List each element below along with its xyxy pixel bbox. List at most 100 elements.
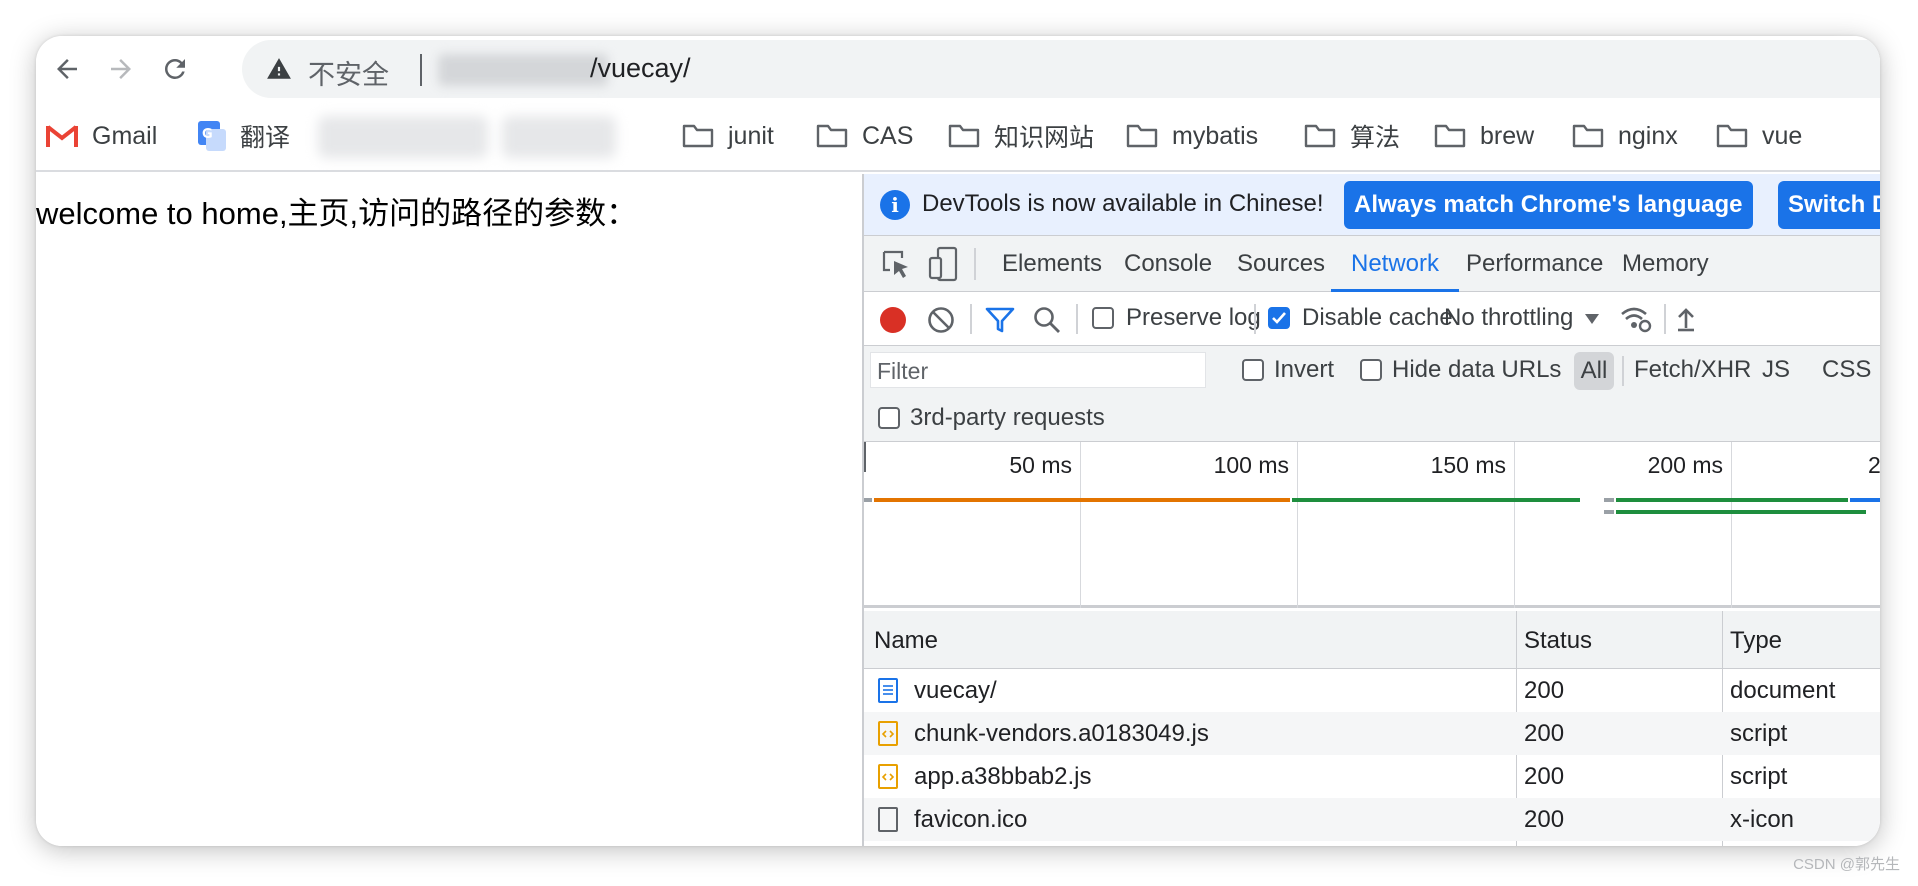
request-name: favicon.ico <box>914 806 1028 833</box>
table-row[interactable]: favicon.ico 200 x-icon <box>864 798 1880 841</box>
bookmark-folder-vue[interactable]: vue <box>1716 116 1802 156</box>
bookmark-gmail[interactable]: Gmail <box>46 116 157 156</box>
match-language-button[interactable]: Always match Chrome's language <box>1344 181 1753 229</box>
network-waterfall-overview[interactable]: 50 ms 100 ms 150 ms 200 ms 2 <box>864 442 1880 608</box>
clear-icon[interactable] <box>926 305 956 340</box>
bookmark-label: nginx <box>1618 121 1678 150</box>
throttling-select[interactable]: No throttling <box>1444 304 1573 332</box>
waterfall-waiting-bar <box>874 498 1290 502</box>
table-row[interactable]: app.a38bbab2.js 200 script <box>864 755 1880 798</box>
disable-cache-checkbox[interactable] <box>1268 307 1290 329</box>
reload-button[interactable] <box>154 48 196 90</box>
bookmark-label: CAS <box>862 121 914 150</box>
record-icon[interactable] <box>878 305 908 340</box>
devtools-panel: i DevTools is now available in Chinese! … <box>862 174 1880 846</box>
bookmark-translate[interactable]: G 翻译 <box>198 116 290 156</box>
svg-text:G: G <box>202 127 213 142</box>
filter-input[interactable]: Filter <box>870 352 1206 388</box>
bookmark-folder-mybatis[interactable]: mybatis <box>1126 116 1258 156</box>
invert-checkbox[interactable] <box>1242 359 1264 381</box>
toolbar-divider <box>1622 356 1624 386</box>
bookmark-label: brew <box>1480 121 1535 150</box>
request-status: 200 <box>1524 720 1565 747</box>
request-name: vuecay/ <box>914 677 997 704</box>
tab-console[interactable]: Console <box>1104 236 1232 292</box>
folder-icon <box>1434 124 1466 148</box>
bookmarks-bar: Gmail G 翻译 junit CAS 知识网站 mybatis 算法 bre… <box>36 102 1880 172</box>
language-banner: i DevTools is now available in Chinese! … <box>864 174 1880 236</box>
bookmark-folder-algorithm[interactable]: 算法 <box>1304 116 1400 156</box>
timeline-tick-label: 50 ms <box>1009 452 1072 478</box>
invert-label: Invert <box>1274 356 1335 383</box>
url-path: /vuecay/ <box>590 53 691 83</box>
table-row[interactable]: chunk-vendors.a0183049.js 200 script <box>864 712 1880 755</box>
welcome-text: welcome to home,主页,访问的路径的参数： <box>36 196 638 231</box>
requests-table-header: Name Status Type <box>864 611 1880 669</box>
omnibox-divider <box>420 54 422 86</box>
filter-icon[interactable] <box>984 305 1016 340</box>
request-status: 200 <box>1524 763 1565 790</box>
type-filter-js[interactable]: JS <box>1762 356 1790 384</box>
timeline-tick-label: 150 ms <box>1430 452 1506 478</box>
folder-icon <box>682 124 714 148</box>
back-button[interactable] <box>46 48 88 90</box>
bookmark-folder-junit[interactable]: junit <box>682 116 774 156</box>
tab-memory[interactable]: Memory <box>1602 236 1729 292</box>
bookmark-label: 算法 <box>1350 124 1401 152</box>
waterfall-download-bar <box>1616 498 1848 502</box>
tab-sources[interactable]: Sources <box>1217 236 1345 292</box>
banner-message: DevTools is now available in Chinese! <box>922 190 1324 217</box>
bookmark-folder-nginx[interactable]: nginx <box>1572 116 1678 156</box>
folder-icon <box>816 124 848 148</box>
request-type: script <box>1730 720 1788 747</box>
bookmark-folder-knowledge[interactable]: 知识网站 <box>948 116 1094 156</box>
third-party-checkbox[interactable] <box>878 407 900 429</box>
folder-icon <box>1304 124 1336 148</box>
type-filter-all[interactable]: All <box>1574 352 1614 390</box>
bookmark-label: vue <box>1762 121 1803 150</box>
third-party-label: 3rd-party requests <box>910 404 1105 431</box>
column-header-name[interactable]: Name <box>874 627 938 655</box>
waterfall-queue-bar <box>864 498 872 502</box>
import-har-icon[interactable] <box>1676 306 1696 337</box>
browser-window: 不安全 /vuecay/ Gmail G 翻译 junit CAS 知识网站 m… <box>36 36 1880 846</box>
table-row[interactable]: vuecay/ 200 document <box>864 669 1880 712</box>
hide-data-urls-checkbox[interactable] <box>1360 359 1382 381</box>
timeline-tick-label: 100 ms <box>1213 452 1289 478</box>
toolbar-divider <box>974 248 976 280</box>
bookmark-label: 翻译 <box>240 124 291 152</box>
forward-button[interactable] <box>100 48 142 90</box>
document-file-icon <box>878 678 898 703</box>
search-icon[interactable] <box>1032 305 1062 340</box>
bookmark-folder-brew[interactable]: brew <box>1434 116 1534 156</box>
column-header-status[interactable]: Status <box>1524 627 1592 655</box>
timeline-gridline <box>1297 442 1298 608</box>
security-label[interactable]: 不安全 <box>308 53 389 92</box>
tab-network[interactable]: Network <box>1331 236 1460 292</box>
toolbar-divider <box>1254 304 1256 334</box>
dropdown-arrow-icon[interactable] <box>1584 312 1600 331</box>
type-filter-css[interactable]: CSS <box>1822 356 1871 384</box>
tab-elements[interactable]: Elements <box>982 236 1122 292</box>
waterfall-download-bar <box>1292 498 1580 502</box>
bookmark-label: Gmail <box>92 121 158 150</box>
inspect-element-icon[interactable] <box>880 248 912 285</box>
folder-icon <box>1716 124 1748 148</box>
network-filter-bar: Filter Invert Hide data URLs All Fetch/X… <box>864 346 1880 394</box>
switch-language-button[interactable]: Switch Dev <box>1778 181 1880 229</box>
gmail-icon <box>46 125 78 147</box>
address-bar[interactable]: 不安全 /vuecay/ <box>242 40 1880 98</box>
device-toolbar-icon[interactable] <box>928 246 958 287</box>
timeline-gridline <box>1080 442 1081 608</box>
preserve-log-checkbox[interactable] <box>1092 307 1114 329</box>
column-header-type[interactable]: Type <box>1730 627 1782 655</box>
type-filter-fetch-xhr[interactable]: Fetch/XHR <box>1634 356 1751 384</box>
tab-performance[interactable]: Performance <box>1446 236 1623 292</box>
waterfall-queue-bar <box>1604 498 1614 502</box>
warning-icon <box>266 56 292 87</box>
network-conditions-icon[interactable] <box>1620 304 1652 339</box>
bookmark-folder-cas[interactable]: CAS <box>816 116 913 156</box>
redacted-bookmark <box>318 116 488 158</box>
request-status: 200 <box>1524 677 1565 704</box>
toolbar-divider <box>1076 304 1078 334</box>
